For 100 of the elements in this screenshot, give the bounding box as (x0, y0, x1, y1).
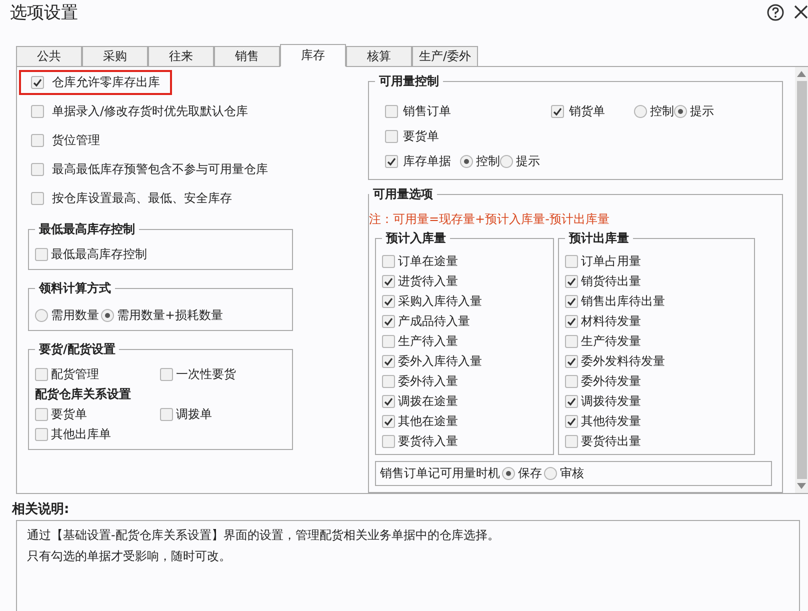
checkbox[interactable] (35, 248, 48, 261)
checkbox[interactable] (31, 192, 44, 205)
formula-note: 注：可用量=现存量+预计入库量-预计出库量 (369, 211, 610, 228)
group-title: 预计入库量 (384, 230, 447, 247)
radio-button[interactable] (35, 309, 48, 322)
group-title: 要货/配货设置 (38, 341, 116, 358)
checkbox[interactable] (35, 368, 48, 381)
checkbox[interactable] (31, 134, 44, 147)
radio-label: 提示 (690, 103, 714, 120)
checkbox-label: 其他在途量 (398, 413, 458, 430)
checkbox-label: 最低最高库存控制 (51, 246, 147, 263)
checkbox[interactable] (565, 255, 578, 268)
checkbox[interactable] (382, 295, 395, 308)
checkbox[interactable] (31, 76, 44, 89)
radio-button[interactable] (500, 155, 513, 168)
checkbox[interactable] (382, 335, 395, 348)
checkbox-label: 委外发料待发量 (581, 353, 665, 370)
checkbox-label: 材料待发量 (581, 313, 641, 330)
checkbox[interactable] (31, 163, 44, 176)
checkbox[interactable] (382, 435, 395, 448)
radio-button[interactable] (544, 467, 557, 480)
checkbox[interactable] (565, 435, 578, 448)
radio-button[interactable] (674, 105, 687, 118)
checkbox[interactable] (565, 375, 578, 388)
checkbox[interactable] (160, 368, 173, 381)
checkbox-label: 单据录入/修改存货时优先取默认仓库 (52, 103, 248, 120)
checkbox-label: 最高最低库存预警包含不参与可用量仓库 (52, 161, 268, 178)
checkbox[interactable] (385, 130, 398, 143)
tab[interactable]: 生产/委外 (412, 46, 478, 66)
scrollbar[interactable] (795, 67, 808, 493)
description-title: 相关说明: (12, 500, 70, 518)
checkbox-label: 产成品待入量 (398, 313, 470, 330)
radio-button[interactable] (502, 467, 515, 480)
scroll-up-icon[interactable] (797, 71, 806, 77)
checkbox-label: 要货待入量 (398, 433, 458, 450)
help-icon[interactable] (767, 4, 784, 20)
tab[interactable]: 库存 (280, 44, 346, 67)
checkbox-label: 委外待入量 (398, 373, 458, 390)
checkbox-label: 要货待出量 (581, 433, 641, 450)
checkbox[interactable] (565, 315, 578, 328)
checkbox[interactable] (160, 408, 173, 421)
checkbox[interactable] (382, 395, 395, 408)
checkbox-label: 销货单 (569, 103, 605, 120)
scrollbar-thumb[interactable] (796, 81, 806, 479)
radio-label: 需用数量+损耗数量 (117, 307, 224, 324)
checkbox-label: 配货管理 (51, 366, 99, 383)
checkbox-label: 销货待出量 (581, 273, 641, 290)
tab[interactable]: 销售 (214, 46, 280, 66)
checkbox[interactable] (382, 275, 395, 288)
checkbox-label: 其他待发量 (581, 413, 641, 430)
radio-button[interactable] (634, 105, 647, 118)
checkbox[interactable] (385, 155, 398, 168)
tab[interactable]: 公共 (16, 46, 82, 66)
window-title: 选项设置 (10, 2, 79, 24)
checkbox[interactable] (31, 105, 44, 118)
checkbox[interactable] (565, 275, 578, 288)
close-icon[interactable] (794, 5, 808, 19)
checkbox[interactable] (382, 355, 395, 368)
checkbox-label: 订单占用量 (581, 253, 641, 270)
group-title: 可用量控制 (378, 73, 440, 90)
checkbox[interactable] (382, 255, 395, 268)
checkbox[interactable] (382, 375, 395, 388)
checkbox-label: 要货单 (403, 128, 439, 145)
tab[interactable]: 核算 (346, 46, 412, 66)
radio-label: 需用数量 (51, 307, 99, 324)
group-title: 可用量选项 (372, 186, 434, 203)
checkbox[interactable] (565, 295, 578, 308)
radio-button[interactable] (460, 155, 473, 168)
checkbox[interactable] (385, 105, 398, 118)
checkbox-label: 其他出库单 (51, 426, 111, 443)
checkbox-label: 生产待入量 (398, 333, 458, 350)
checkbox[interactable] (565, 335, 578, 348)
checkbox[interactable] (551, 105, 564, 118)
checkbox-label: 要货单 (51, 406, 87, 423)
checkbox[interactable] (565, 415, 578, 428)
checkbox-label: 销售出库待出量 (581, 293, 665, 310)
checkbox-label: 仓库允许零库存出库 (52, 74, 160, 91)
tab[interactable]: 采购 (82, 46, 148, 66)
checkbox-label: 采购入库待入量 (398, 293, 482, 310)
scroll-down-icon[interactable] (797, 483, 806, 489)
checkbox[interactable] (565, 395, 578, 408)
checkbox[interactable] (565, 355, 578, 368)
checkbox[interactable] (35, 428, 48, 441)
radio-label: 提示 (516, 153, 540, 170)
checkbox-label: 货位管理 (52, 132, 100, 149)
radio-label: 保存 (518, 465, 542, 482)
checkbox-label: 进货待入量 (398, 273, 458, 290)
timing-label: 销售订单记可用量时机 (380, 465, 500, 482)
checkbox-label: 库存单据 (403, 153, 451, 170)
checkbox-label: 一次性要货 (176, 366, 236, 383)
checkbox-label: 委外待发量 (581, 373, 641, 390)
radio-button[interactable] (101, 309, 114, 322)
tab[interactable]: 往来 (148, 46, 214, 66)
checkbox-label: 生产待发量 (581, 333, 641, 350)
checkbox-label: 按仓库设置最高、最低、安全库存 (52, 190, 232, 207)
group-title: 预计出库量 (568, 230, 630, 247)
checkbox[interactable] (382, 415, 395, 428)
checkbox[interactable] (382, 315, 395, 328)
checkbox-label: 调拨单 (176, 406, 212, 423)
checkbox[interactable] (35, 408, 48, 421)
